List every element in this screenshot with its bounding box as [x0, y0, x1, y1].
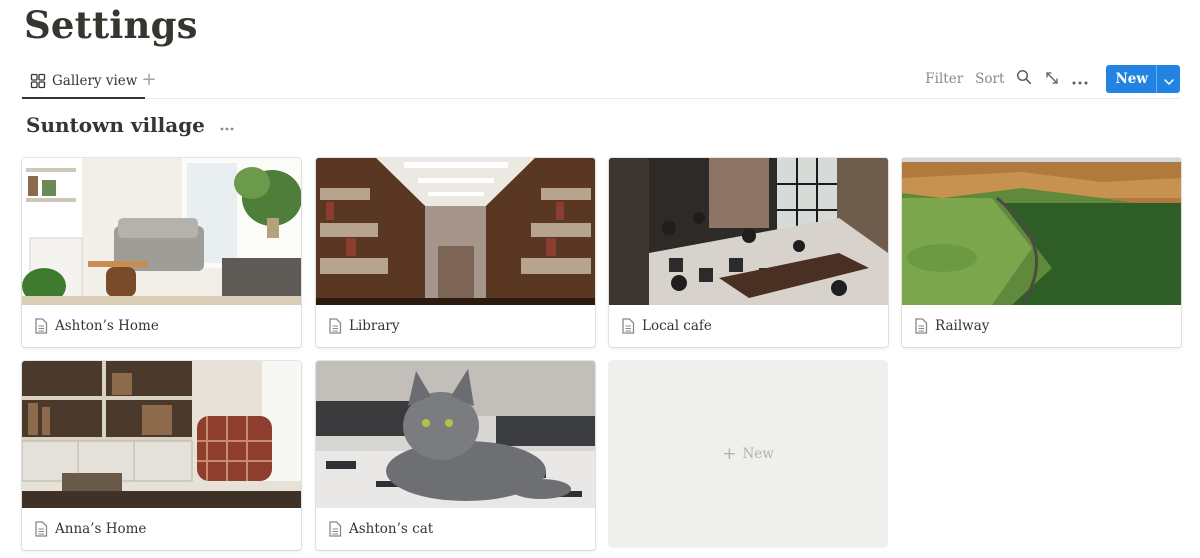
- expand-button[interactable]: [1038, 65, 1066, 93]
- card-title-row: Local cafe: [609, 305, 888, 347]
- card-title: Anna’s Home: [55, 521, 147, 537]
- gallery-card[interactable]: Ashton’s Home: [22, 158, 301, 347]
- more-horizontal-icon: [220, 116, 234, 135]
- new-dropdown-button[interactable]: [1156, 65, 1180, 93]
- card-title-row: Library: [316, 305, 595, 347]
- page-title: Settings: [24, 3, 198, 47]
- plus-icon: +: [722, 444, 737, 464]
- card-title: Library: [349, 318, 400, 334]
- gallery-card[interactable]: Railway: [902, 158, 1181, 347]
- group-header: Suntown village: [26, 111, 237, 139]
- page-document-icon: [327, 521, 343, 537]
- database-toolbar: Gallery view + Filter Sort New: [22, 64, 1180, 99]
- plus-icon: +: [141, 69, 157, 90]
- new-button-group: New: [1106, 65, 1180, 93]
- gallery-card[interactable]: Ashton’s cat: [316, 361, 595, 550]
- card-title: Railway: [935, 318, 990, 334]
- card-title: Ashton’s Home: [55, 318, 159, 334]
- tab-gallery-view-label: Gallery view: [52, 72, 138, 89]
- page-document-icon: [620, 318, 636, 334]
- gallery-card[interactable]: Library: [316, 158, 595, 347]
- gallery-card[interactable]: Local cafe: [609, 158, 888, 347]
- search-icon: [1016, 69, 1032, 89]
- sort-button[interactable]: Sort: [969, 71, 1010, 87]
- tab-gallery-view[interactable]: Gallery view: [22, 64, 146, 99]
- gallery-card[interactable]: Anna’s Home: [22, 361, 301, 550]
- toolbar-actions: Filter Sort New: [919, 65, 1180, 93]
- filter-button[interactable]: Filter: [919, 71, 969, 87]
- group-title: Suntown village: [26, 113, 205, 137]
- search-button[interactable]: [1010, 65, 1038, 93]
- card-title-row: Ashton’s cat: [316, 508, 595, 550]
- page-document-icon: [33, 521, 49, 537]
- cafe-interior-photo: [609, 158, 888, 305]
- more-options-button[interactable]: [1066, 65, 1094, 93]
- page-document-icon: [913, 318, 929, 334]
- add-view-button[interactable]: +: [139, 70, 159, 90]
- card-title-row: Ashton’s Home: [22, 305, 301, 347]
- bookcase-armchair-photo: [22, 361, 301, 508]
- card-title-row: Anna’s Home: [22, 508, 301, 550]
- expand-icon: [1045, 70, 1059, 89]
- new-button[interactable]: New: [1106, 65, 1156, 93]
- living-room-photo: [22, 158, 301, 305]
- gallery-grid-icon: [30, 73, 46, 89]
- card-title: Ashton’s cat: [349, 521, 434, 537]
- page-document-icon: [33, 318, 49, 334]
- group-more-button[interactable]: [217, 115, 237, 135]
- card-title: Local cafe: [642, 318, 712, 334]
- railway-valley-photo: [902, 158, 1181, 305]
- library-bookshelves-photo: [316, 158, 595, 305]
- card-title-row: Railway: [902, 305, 1181, 347]
- more-horizontal-icon: [1072, 70, 1088, 89]
- chevron-down-icon: [1163, 70, 1174, 89]
- add-new-card[interactable]: + New: [609, 361, 887, 547]
- grey-cat-photo: [316, 361, 595, 508]
- page-document-icon: [327, 318, 343, 334]
- add-new-card-label: New: [742, 446, 774, 462]
